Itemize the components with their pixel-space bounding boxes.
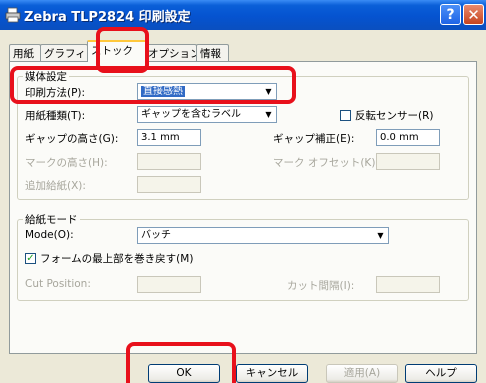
help-title-button[interactable]: ? [440, 4, 461, 25]
apply-button[interactable]: 適用(A) [326, 364, 398, 383]
reverse-sensor-label: 反転センサー(R) [355, 110, 434, 122]
window-title: Zebra TLP2824 印刷設定 [24, 10, 191, 25]
mark-height-input[interactable] [137, 153, 201, 170]
reverse-sensor-checkbox[interactable] [340, 110, 351, 121]
printer-icon [5, 7, 21, 23]
help-button[interactable]: ヘルプ [405, 364, 477, 383]
chevron-down-icon[interactable]: ▼ [261, 107, 276, 122]
gap-height-label: ギャップの高さ(G): [25, 133, 119, 145]
media-type-value: ギャップを含むラベル [141, 109, 241, 120]
tab-options[interactable]: オプション [145, 44, 197, 61]
print-method-highlight [10, 66, 296, 104]
ok-button-highlight [126, 342, 236, 383]
mode-value: バッチ [141, 230, 171, 241]
mode-select[interactable]: バッチ ▼ [137, 227, 389, 244]
mark-offset-input[interactable] [376, 153, 440, 170]
cut-position-input[interactable] [137, 276, 201, 293]
mark-height-label: マークの高さ(H): [25, 157, 108, 169]
cut-position-label: Cut Position: [25, 278, 91, 290]
extra-feed-label: 追加給紙(X): [25, 180, 86, 192]
tab-info[interactable]: 情報 [196, 44, 229, 61]
rewind-checkbox[interactable]: ✓ [25, 253, 36, 264]
media-type-label: 用紙種類(T): [25, 110, 86, 122]
title-bar[interactable]: Zebra TLP2824 印刷設定 ? ✕ [0, 0, 486, 30]
tab-paper[interactable]: 用紙 [9, 44, 41, 61]
media-type-select[interactable]: ギャップを含むラベル ▼ [137, 106, 277, 123]
close-button[interactable]: ✕ [463, 4, 484, 25]
cancel-button[interactable]: キャンセル [236, 364, 308, 383]
mode-label: Mode(O): [25, 229, 74, 241]
mark-offset-label: マーク オフセット(K): [273, 157, 379, 169]
rewind-label: フォームの最上部を巻き戻す(M) [40, 253, 194, 265]
extra-feed-input[interactable] [137, 176, 201, 193]
gap-height-input[interactable]: 3.1 mm [137, 129, 201, 146]
cut-interval-input[interactable] [376, 276, 440, 293]
chevron-down-icon[interactable]: ▼ [373, 228, 388, 243]
tab-graphics[interactable]: グラフィック [40, 44, 88, 61]
gap-offset-label: ギャップ補正(E): [273, 133, 355, 145]
feed-group-title: 給紙モード [23, 212, 80, 227]
gap-offset-input[interactable]: 0.0 mm [376, 129, 440, 146]
cut-interval-label: カット間隔(I): [287, 280, 355, 292]
